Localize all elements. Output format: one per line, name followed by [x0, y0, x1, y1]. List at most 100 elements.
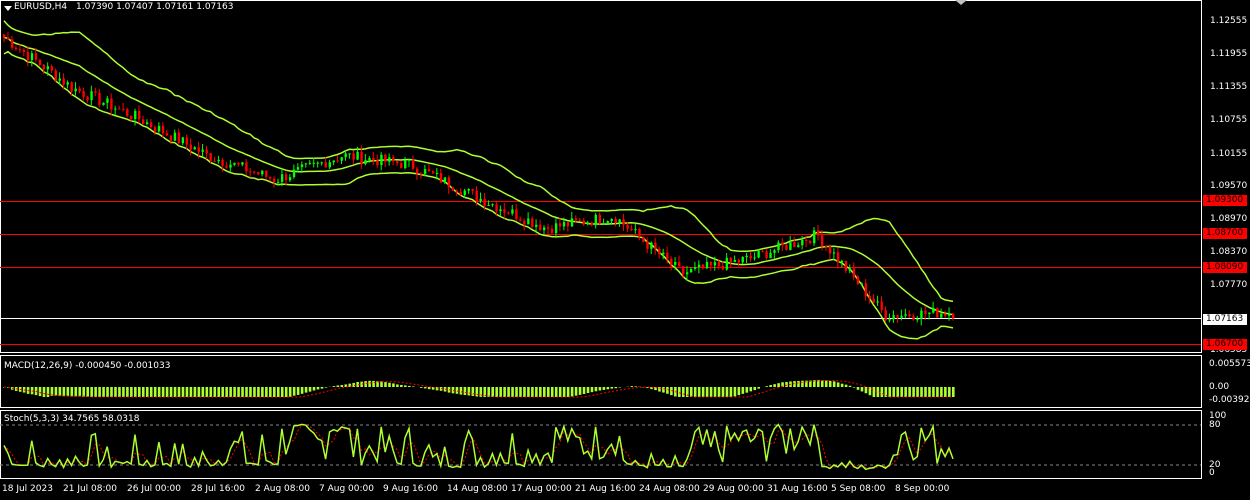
- macd-bar: [388, 382, 391, 387]
- candle-body: [932, 308, 935, 313]
- candle-body: [400, 163, 403, 168]
- macd-bar: [860, 387, 864, 392]
- macd-bar: [217, 387, 221, 397]
- candle-body: [646, 241, 649, 249]
- macd-bar: [705, 387, 709, 397]
- candle-body: [801, 239, 804, 246]
- macd-bar: [713, 387, 717, 397]
- macd-bar: [380, 381, 383, 387]
- macd-bar: [777, 383, 780, 387]
- macd-bar: [233, 387, 236, 397]
- candle-body: [785, 245, 788, 250]
- candle-body: [205, 149, 208, 154]
- candle-body: [356, 151, 359, 160]
- candle-body: [292, 169, 296, 178]
- candle-body: [582, 220, 586, 225]
- candle-body: [189, 144, 193, 150]
- candle-body: [507, 212, 510, 214]
- symbol-menu-icon[interactable]: [4, 6, 12, 11]
- candle-body: [332, 160, 335, 163]
- candle-body: [689, 268, 693, 273]
- candle-body: [376, 160, 379, 166]
- macd-bar: [94, 387, 97, 397]
- candle-body: [944, 313, 947, 316]
- candle-body: [320, 162, 324, 164]
- macd-tick: 0.005573: [1209, 359, 1250, 369]
- candle-body: [543, 227, 546, 231]
- candle-body: [463, 190, 467, 195]
- candle-body: [503, 209, 506, 213]
- macd-bar: [940, 387, 943, 397]
- price-tick: 1.10155: [1210, 149, 1248, 159]
- candle-body: [388, 157, 391, 162]
- macd-bar: [924, 387, 927, 397]
- candle-body: [610, 218, 613, 222]
- macd-bar: [797, 380, 800, 387]
- macd-bar: [372, 380, 375, 387]
- candle-body: [66, 82, 69, 85]
- candle-body: [809, 241, 812, 244]
- macd-bar: [729, 387, 733, 397]
- macd-bar: [58, 387, 62, 397]
- macd-bar: [594, 387, 598, 392]
- macd-bar: [916, 387, 919, 397]
- candle-body: [296, 167, 300, 170]
- candle-body: [900, 315, 903, 318]
- candle-body: [836, 252, 840, 263]
- candle-body: [18, 49, 22, 51]
- macd-bar: [106, 387, 109, 397]
- candle-body: [280, 174, 284, 182]
- macd-bar: [320, 387, 324, 389]
- candle-body: [523, 220, 526, 225]
- candle-body: [197, 147, 200, 152]
- candle-body: [74, 88, 77, 92]
- candle-body: [404, 160, 407, 168]
- candle-body: [590, 222, 594, 226]
- macd-bar: [757, 387, 761, 389]
- price-tick: 1.07770: [1210, 280, 1248, 290]
- time-tick: 9 Aug 16:00: [383, 484, 438, 494]
- candle-body: [427, 169, 431, 172]
- macd-bar: [149, 387, 153, 397]
- macd-bar: [118, 387, 121, 397]
- macd-bar: [427, 387, 431, 390]
- macd-bar: [820, 380, 824, 387]
- macd-bar: [634, 386, 637, 387]
- candle-body: [495, 204, 498, 212]
- candle-body: [213, 160, 216, 162]
- candle-body: [928, 312, 931, 314]
- level-tag-1.08700: 1.08700: [1203, 228, 1247, 239]
- candle-body: [904, 314, 907, 316]
- macd-bar: [678, 387, 681, 397]
- macd-bar: [62, 387, 66, 397]
- macd-bar: [134, 387, 137, 397]
- candle-body: [451, 187, 455, 191]
- candle-body: [920, 310, 923, 320]
- price-chart[interactable]: [0, 0, 1250, 500]
- candle-body: [118, 108, 121, 110]
- macd-bar: [193, 387, 197, 397]
- candle-body: [284, 174, 288, 181]
- macd-bar: [709, 387, 713, 397]
- candle-body: [880, 301, 883, 311]
- macd-bar: [658, 387, 661, 392]
- candle-body: [229, 164, 232, 168]
- chart-shift-icon[interactable]: [955, 0, 967, 5]
- macd-bar: [892, 387, 896, 397]
- macd-bar: [384, 382, 387, 387]
- macd-bar: [566, 387, 570, 397]
- candle-body: [678, 261, 681, 267]
- candle-body: [737, 259, 740, 263]
- macd-bar: [122, 387, 125, 397]
- macd-bar: [169, 387, 173, 397]
- macd-bar: [288, 387, 292, 397]
- candle-body: [435, 172, 439, 174]
- macd-bar: [586, 387, 590, 394]
- macd-bar: [523, 387, 526, 397]
- candle-body: [225, 165, 228, 168]
- candle-body: [884, 310, 887, 321]
- candle-body: [654, 242, 657, 249]
- macd-bar: [229, 387, 232, 397]
- symbol-label: EURUSD,H4: [14, 2, 68, 12]
- candle-body: [761, 250, 764, 252]
